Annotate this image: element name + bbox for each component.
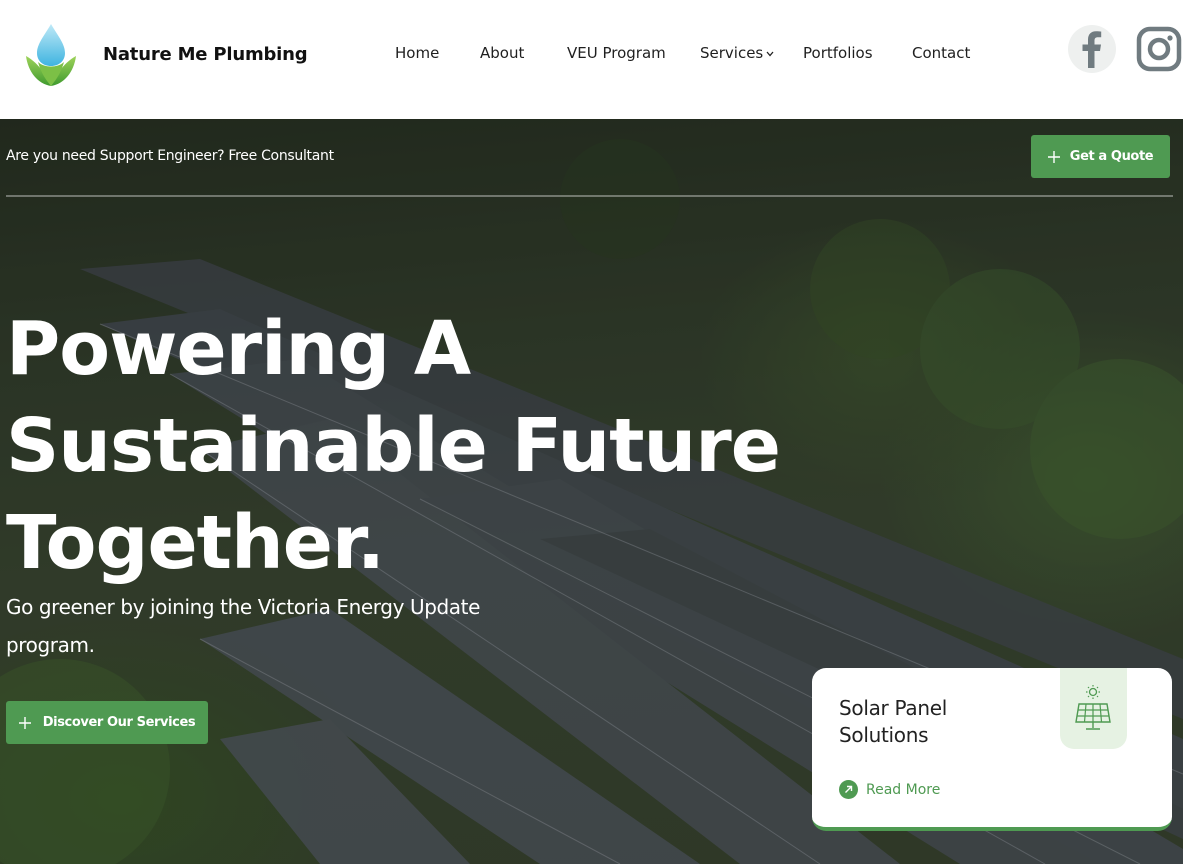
hero-headline: Powering A Sustainable Future Together. xyxy=(6,301,806,592)
solar-panel-icon xyxy=(1075,685,1111,730)
facebook-icon[interactable] xyxy=(1068,25,1116,73)
read-more-label: Read More xyxy=(866,781,941,798)
nav-services[interactable]: Services xyxy=(700,44,774,62)
nav-veu-program[interactable]: VEU Program xyxy=(567,44,666,62)
get-a-quote-label: Get a Quote xyxy=(1069,149,1154,164)
nav-home[interactable]: Home xyxy=(395,44,439,62)
nav-services-label: Services xyxy=(700,44,764,62)
get-a-quote-button[interactable]: Get a Quote xyxy=(1031,135,1170,178)
arrow-up-right-icon xyxy=(839,780,858,799)
chevron-down-icon xyxy=(766,51,774,56)
hero-section: Are you need Support Engineer? Free Cons… xyxy=(0,119,1183,864)
water-drop-leaf-logo[interactable] xyxy=(24,22,78,88)
headline-line-2: Sustainable Future xyxy=(6,403,781,489)
support-tagline: Are you need Support Engineer? Free Cons… xyxy=(6,148,334,164)
brand-name[interactable]: Nature Me Plumbing xyxy=(103,44,308,65)
card-icon-box xyxy=(1060,668,1127,749)
plus-icon xyxy=(18,716,31,729)
instagram-icon[interactable] xyxy=(1136,26,1182,72)
nav-portfolios[interactable]: Portfolios xyxy=(803,44,873,62)
card-title: Solar Panel Solutions xyxy=(839,696,947,747)
headline-line-3: Together. xyxy=(6,500,385,586)
nav-about[interactable]: About xyxy=(480,44,524,62)
solar-panel-card[interactable]: Solar Panel Solutions Read More xyxy=(812,668,1172,831)
hero-divider xyxy=(6,195,1173,197)
discover-services-button[interactable]: Discover Our Services xyxy=(6,701,208,744)
headline-line-1: Powering A xyxy=(6,306,471,392)
site-header: Nature Me Plumbing Home About VEU Progra… xyxy=(0,0,1183,119)
nav-contact[interactable]: Contact xyxy=(912,44,970,62)
read-more-link[interactable]: Read More xyxy=(839,780,940,799)
plus-icon xyxy=(1047,150,1060,163)
hero-subtitle: Go greener by joining the Victoria Energ… xyxy=(6,595,480,657)
discover-services-label: Discover Our Services xyxy=(42,715,196,730)
